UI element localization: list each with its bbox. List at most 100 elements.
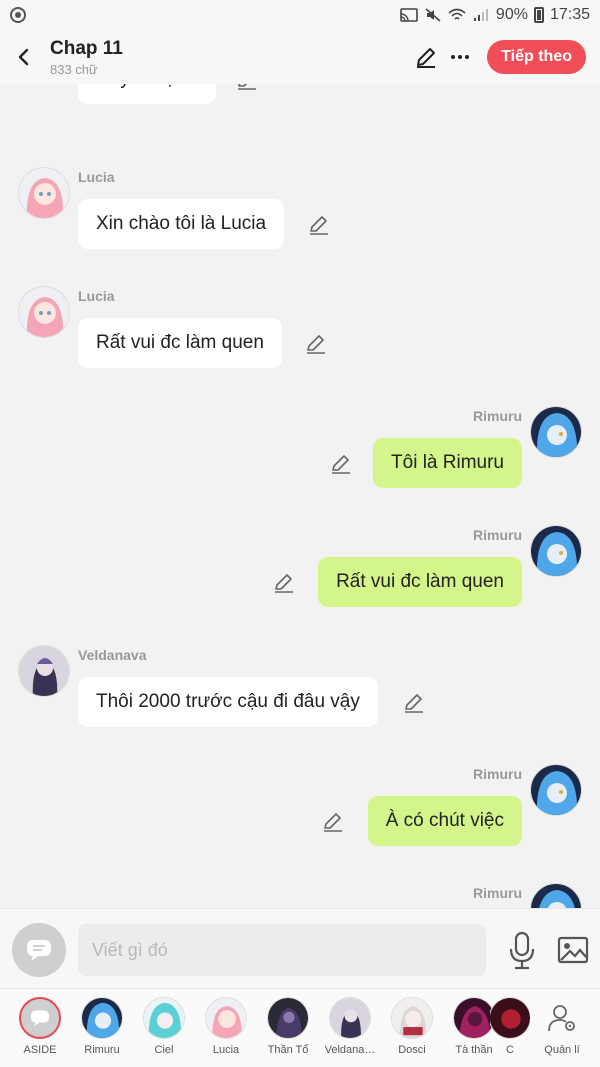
message-row: Rimuru Tôi là Rimuru bbox=[0, 406, 600, 526]
lucia-avatar bbox=[19, 168, 69, 218]
message-row: Lucia Rất vui đc làm quen bbox=[0, 286, 600, 406]
avatar[interactable] bbox=[530, 406, 582, 458]
chapter-title: Chap 11 bbox=[50, 37, 123, 59]
sender-name: Veldanava bbox=[78, 647, 147, 663]
app-status-icon bbox=[10, 7, 26, 23]
avatar[interactable] bbox=[18, 286, 70, 338]
back-button[interactable] bbox=[4, 37, 44, 77]
sender-name: Rimuru bbox=[473, 885, 522, 901]
message-bubble[interactable]: À có chút việc bbox=[367, 796, 522, 846]
edit-message-icon[interactable] bbox=[236, 84, 258, 90]
avatar[interactable] bbox=[530, 525, 582, 577]
status-bar: 90% 17:35 bbox=[0, 0, 600, 30]
microphone-icon[interactable] bbox=[506, 931, 538, 971]
avatar bbox=[329, 997, 371, 1039]
message-row: Rimuru À có chút việc bbox=[0, 764, 600, 884]
character-bar: ASIDE Rimuru Ciel Lucia Thần Tổ Veldana…… bbox=[0, 988, 600, 1067]
avatar[interactable] bbox=[530, 883, 582, 908]
more-dots-icon bbox=[451, 55, 470, 59]
avatar bbox=[205, 997, 247, 1039]
message-row: Veldanava Thôi 2000 trước cậu đi đâu vậy bbox=[0, 645, 600, 765]
manage-icon-wrap bbox=[541, 997, 583, 1039]
message-bubble[interactable]: Thôi 2000 trước cậu đi đâu vậy bbox=[78, 677, 378, 727]
avatar[interactable] bbox=[530, 764, 582, 816]
clock: 17:35 bbox=[549, 6, 590, 23]
manage-characters-button[interactable]: Quản lí bbox=[532, 997, 592, 1056]
edit-message-icon[interactable] bbox=[273, 571, 295, 593]
user-settings-icon bbox=[548, 1005, 575, 1032]
message-input[interactable] bbox=[78, 924, 486, 976]
avatar bbox=[267, 997, 309, 1039]
sender-name: Lucia bbox=[78, 288, 115, 304]
character-name: Thần Tổ bbox=[267, 1044, 309, 1056]
cast-icon bbox=[400, 8, 418, 22]
edit-message-icon[interactable] bbox=[308, 213, 330, 235]
wifi-icon bbox=[448, 8, 466, 20]
character-aside[interactable]: ASIDE bbox=[10, 997, 70, 1056]
rimuru-avatar bbox=[531, 526, 581, 576]
more-options-button[interactable] bbox=[445, 42, 475, 72]
character-name: Ciel bbox=[154, 1044, 174, 1056]
chat-bubble-icon bbox=[31, 1010, 49, 1027]
input-bar bbox=[0, 908, 600, 988]
edit-message-icon[interactable] bbox=[305, 332, 327, 354]
edit-message-icon[interactable] bbox=[330, 452, 352, 474]
aside-avatar bbox=[19, 997, 61, 1039]
message-row: Đây là vợ ta bbox=[0, 84, 600, 142]
character-name: Lucia bbox=[212, 1044, 240, 1056]
message-bubble[interactable]: Đây là vợ ta bbox=[78, 84, 217, 104]
edit-chapter-button[interactable] bbox=[411, 42, 441, 72]
chat-area[interactable]: Đây là vợ ta Lucia Xin chào tôi là Lucia… bbox=[0, 84, 600, 908]
message-row: Lucia Xin chào tôi là Lucia bbox=[0, 167, 600, 287]
avatar[interactable] bbox=[18, 167, 70, 219]
next-button[interactable]: Tiếp theo bbox=[487, 40, 586, 74]
mute-icon bbox=[425, 8, 441, 22]
character-veldanava[interactable]: Veldana… bbox=[320, 997, 380, 1056]
character-name: Tà thần bbox=[455, 1044, 493, 1056]
character-than-to[interactable]: Thần Tổ bbox=[258, 997, 318, 1056]
rimuru-avatar bbox=[531, 765, 581, 815]
message-row: Rimuru bbox=[0, 883, 600, 908]
message-row: Rimuru Rất vui đc làm quen bbox=[0, 525, 600, 645]
character-name: Rimuru bbox=[84, 1044, 120, 1056]
avatar bbox=[81, 997, 123, 1039]
character-c[interactable]: C bbox=[490, 997, 530, 1056]
word-count: 833 chữ bbox=[50, 61, 98, 77]
character-lucia[interactable]: Lucia bbox=[196, 997, 256, 1056]
pencil-icon bbox=[417, 48, 436, 68]
character-name: Veldana… bbox=[324, 1044, 376, 1056]
sender-name: Rimuru bbox=[473, 766, 522, 782]
rimuru-avatar bbox=[531, 884, 581, 908]
edit-message-icon[interactable] bbox=[322, 810, 344, 832]
sender-name: Lucia bbox=[78, 169, 115, 185]
message-bubble[interactable]: Tôi là Rimuru bbox=[373, 438, 522, 488]
message-bubble[interactable]: Rất vui đc làm quen bbox=[78, 318, 282, 368]
character-ciel[interactable]: Ciel bbox=[134, 997, 194, 1056]
character-dosci[interactable]: Dosci bbox=[382, 997, 442, 1056]
battery-icon bbox=[533, 7, 544, 23]
avatar bbox=[490, 997, 530, 1039]
rimuru-avatar bbox=[531, 407, 581, 457]
character-name: Dosci bbox=[398, 1044, 426, 1056]
veldanava-avatar bbox=[19, 646, 69, 696]
aside-toggle-button[interactable] bbox=[12, 923, 66, 977]
avatar[interactable] bbox=[18, 645, 70, 697]
character-name: Quản lí bbox=[544, 1044, 580, 1056]
character-rimuru[interactable]: Rimuru bbox=[72, 997, 132, 1056]
edit-message-icon[interactable] bbox=[403, 691, 425, 713]
avatar bbox=[143, 997, 185, 1039]
sender-name: Rimuru bbox=[473, 527, 522, 543]
signal-icon bbox=[473, 9, 488, 21]
image-icon[interactable] bbox=[556, 933, 590, 967]
header: Chap 11 833 chữ Tiếp theo bbox=[0, 30, 600, 84]
sender-name: Rimuru bbox=[473, 408, 522, 424]
battery-percent: 90% bbox=[495, 6, 528, 23]
character-name: C bbox=[506, 1044, 514, 1056]
message-bubble[interactable]: Xin chào tôi là Lucia bbox=[78, 199, 285, 249]
avatar bbox=[391, 997, 433, 1039]
message-bubble[interactable]: Rất vui đc làm quen bbox=[318, 557, 522, 607]
chevron-left-icon bbox=[18, 48, 29, 66]
avatar bbox=[453, 997, 495, 1039]
lucia-avatar bbox=[19, 287, 69, 337]
character-name: ASIDE bbox=[23, 1044, 57, 1056]
